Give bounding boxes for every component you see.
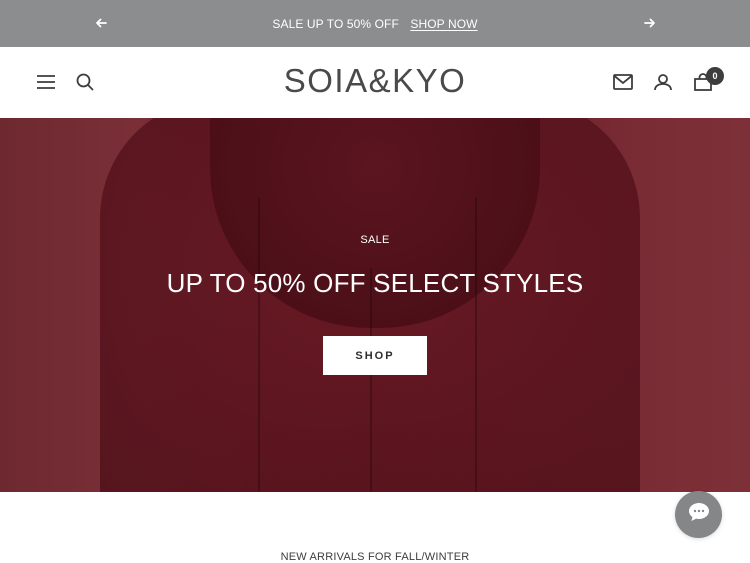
announcement-message: SALE UP TO 50% OFF SHOP NOW [272, 17, 477, 31]
arrow-right-icon[interactable] [641, 14, 659, 32]
chat-button[interactable] [675, 491, 722, 538]
hero-label: SALE [360, 234, 390, 246]
mail-icon[interactable] [611, 70, 635, 94]
announcement-promo-text: SALE UP TO 50% OFF [272, 16, 399, 31]
chat-icon [688, 502, 710, 527]
site-header: SOIA&KYO 0 [0, 47, 750, 118]
announcement-bar: SALE UP TO 50% OFF SHOP NOW [0, 0, 750, 47]
new-arrivals-heading: NEW ARRIVALS FOR FALL/WINTER [280, 551, 470, 563]
cart-count-badge: 0 [706, 67, 724, 85]
coat-seam-center [370, 268, 372, 492]
shop-button[interactable]: SHOP [323, 336, 427, 375]
site-logo[interactable]: SOIA&KYO [0, 62, 750, 100]
shop-now-link[interactable]: SHOP NOW [410, 17, 477, 31]
arrow-left-icon[interactable] [92, 14, 110, 32]
hero-title: UP TO 50% OFF SELECT STYLES [166, 268, 584, 298]
account-icon[interactable] [651, 70, 675, 94]
hero-banner[interactable]: SALE UP TO 50% OFF SELECT STYLES SHOP [0, 118, 750, 492]
